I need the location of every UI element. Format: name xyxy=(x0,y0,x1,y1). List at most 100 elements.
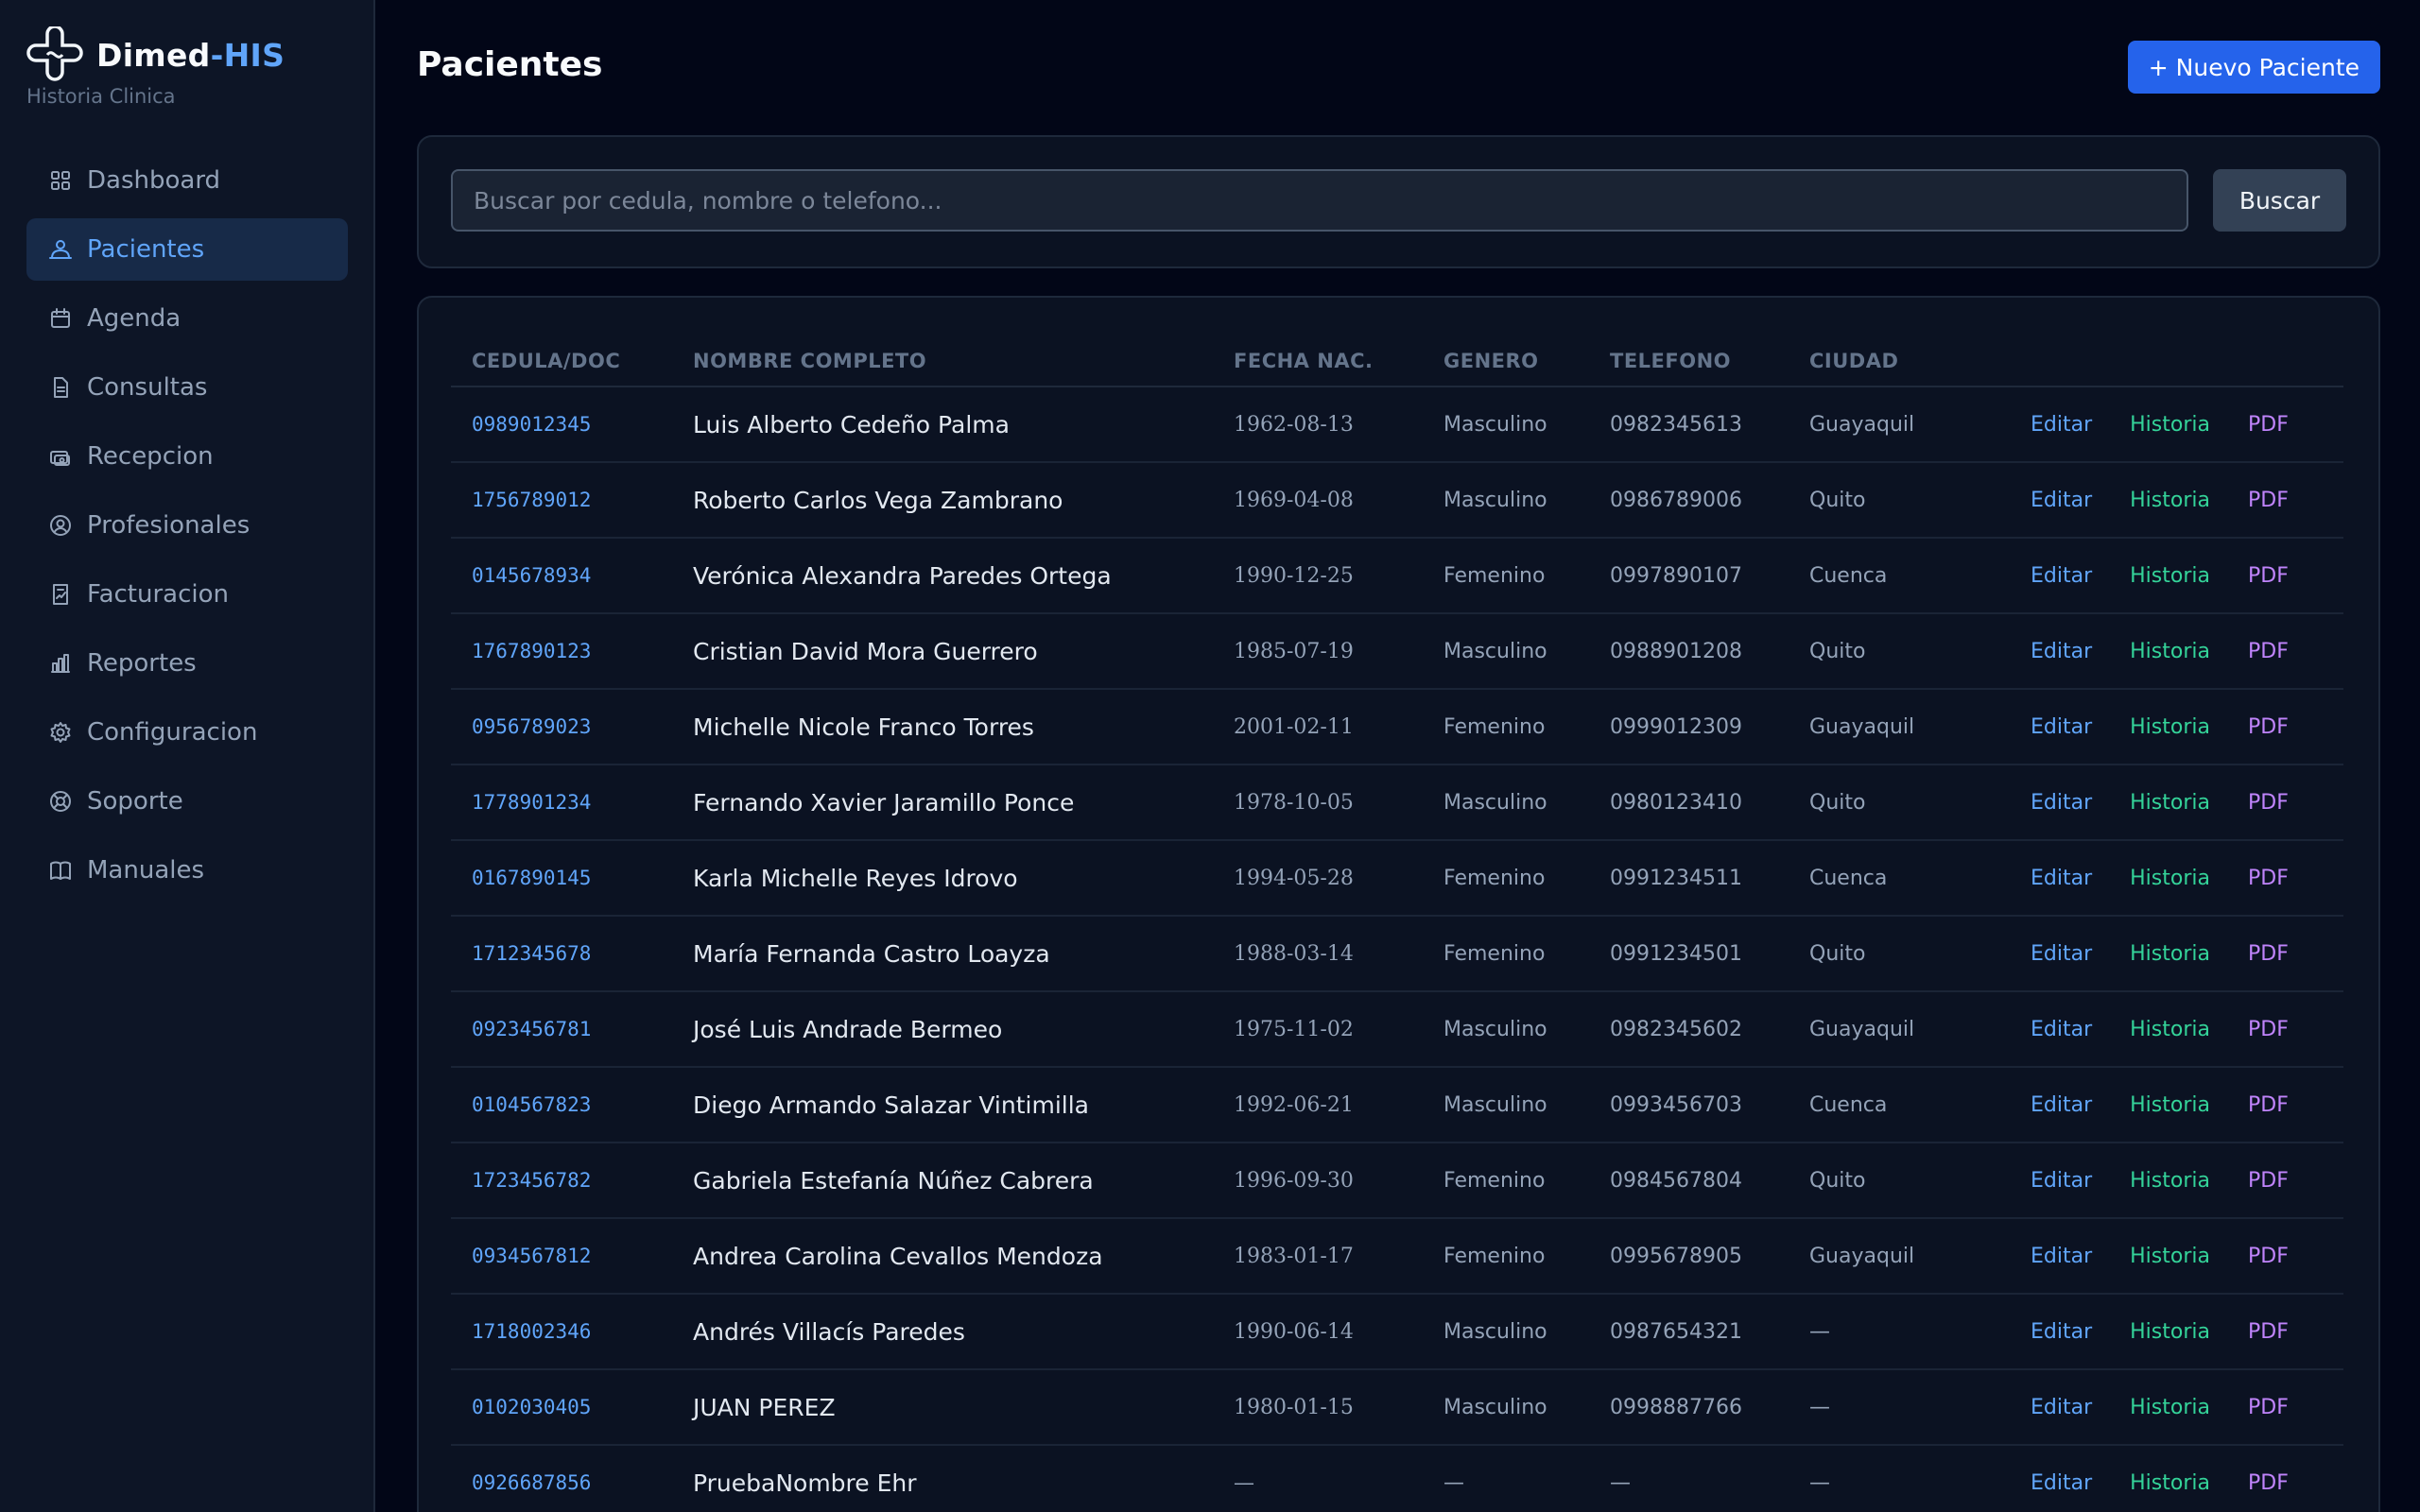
edit-link[interactable]: Editar xyxy=(2031,791,2092,815)
history-link[interactable]: Historia xyxy=(2130,564,2210,588)
cell-cedula[interactable]: 0934567812 xyxy=(451,1218,672,1295)
search-input[interactable] xyxy=(451,169,2188,232)
cell-cedula[interactable]: 1756789012 xyxy=(451,462,672,539)
edit-link[interactable]: Editar xyxy=(2031,1320,2092,1344)
table-row[interactable]: 1756789012 Roberto Carlos Vega Zambrano 19… xyxy=(451,462,2343,539)
history-link[interactable]: Historia xyxy=(2130,1169,2210,1193)
history-link[interactable]: Historia xyxy=(2130,715,2210,739)
table-row[interactable]: 1712345678 María Fernanda Castro Loayza 19… xyxy=(451,916,2343,992)
pdf-link[interactable]: PDF xyxy=(2248,715,2289,739)
history-link[interactable]: Historia xyxy=(2130,1093,2210,1117)
edit-link[interactable]: Editar xyxy=(2031,867,2092,890)
table-row[interactable]: 0926687856 PruebaNombre Ehr — — — — Editar Hist… xyxy=(451,1445,2343,1512)
cell-cedula[interactable]: 0167890145 xyxy=(451,840,672,917)
pdf-link[interactable]: PDF xyxy=(2248,1245,2289,1268)
table-row[interactable]: 1778901234 Fernando Xavier Jaramillo Ponc… xyxy=(451,765,2343,841)
cell-cedula[interactable]: 0989012345 xyxy=(451,387,672,463)
pdf-link[interactable]: PDF xyxy=(2248,867,2289,890)
pdf-link[interactable]: PDF xyxy=(2248,413,2289,437)
table-header-row: CEDULA/DOC NOMBRE COMPLETO FECHA NAC. GE… xyxy=(451,335,2343,387)
sidebar-item-label: Recepcion xyxy=(87,442,214,471)
history-link[interactable]: Historia xyxy=(2130,489,2210,512)
edit-link[interactable]: Editar xyxy=(2031,1396,2092,1419)
sidebar-item-facturacion[interactable]: Facturacion xyxy=(26,563,348,626)
cell-nombre: Cristian David Mora Guerrero xyxy=(672,613,1213,690)
table-row[interactable]: 1718002346 Andrés Villacís Paredes 1990-06… xyxy=(451,1294,2343,1370)
pdf-link[interactable]: PDF xyxy=(2248,1093,2289,1117)
table-row[interactable]: 0104567823 Diego Armando Salazar Vintimil… xyxy=(451,1067,2343,1143)
table-row[interactable]: 0934567812 Andrea Carolina Cevallos Mendo… xyxy=(451,1218,2343,1295)
sidebar-item-agenda[interactable]: Agenda xyxy=(26,287,348,350)
history-link[interactable]: Historia xyxy=(2130,1396,2210,1419)
table-row[interactable]: 0145678934 Verónica Alexandra Paredes Ort… xyxy=(451,538,2343,614)
edit-link[interactable]: Editar xyxy=(2031,489,2092,512)
history-link[interactable]: Historia xyxy=(2130,942,2210,966)
history-link[interactable]: Historia xyxy=(2130,791,2210,815)
edit-link[interactable]: Editar xyxy=(2031,413,2092,437)
history-link[interactable]: Historia xyxy=(2130,1018,2210,1041)
history-link[interactable]: Historia xyxy=(2130,1320,2210,1344)
pdf-link[interactable]: PDF xyxy=(2248,1471,2289,1495)
sidebar-item-consultas[interactable]: Consultas xyxy=(26,356,348,419)
cell-cedula[interactable]: 1712345678 xyxy=(451,916,672,992)
cell-cedula[interactable]: 0956789023 xyxy=(451,689,672,765)
header-telefono: TELEFONO xyxy=(1589,335,1789,387)
cell-cedula[interactable]: 1718002346 xyxy=(451,1294,672,1370)
calendar-icon xyxy=(47,305,74,332)
table-row[interactable]: 0989012345 Luis Alberto Cedeño Palma 1962-… xyxy=(451,387,2343,463)
edit-link[interactable]: Editar xyxy=(2031,1018,2092,1041)
cell-cedula[interactable]: 1723456782 xyxy=(451,1143,672,1219)
pdf-link[interactable]: PDF xyxy=(2248,942,2289,966)
edit-link[interactable]: Editar xyxy=(2031,640,2092,663)
table-row[interactable]: 0102030405 JUAN PEREZ 1980-01-15 Masculino 0… xyxy=(451,1369,2343,1446)
pdf-link[interactable]: PDF xyxy=(2248,1018,2289,1041)
pdf-link[interactable]: PDF xyxy=(2248,564,2289,588)
user-circle-icon xyxy=(47,512,74,539)
cell-cedula[interactable]: 1767890123 xyxy=(451,613,672,690)
cell-telefono: 0982345613 xyxy=(1589,387,1789,463)
pdf-link[interactable]: PDF xyxy=(2248,489,2289,512)
sidebar-item-pacientes[interactable]: Pacientes xyxy=(26,218,348,281)
cell-cedula[interactable]: 0145678934 xyxy=(451,538,672,614)
history-link[interactable]: Historia xyxy=(2130,1471,2210,1495)
table-row[interactable]: 0167890145 Karla Michelle Reyes Idrovo 199… xyxy=(451,840,2343,917)
sidebar-item-soporte[interactable]: Soporte xyxy=(26,770,348,833)
table-row[interactable]: 0956789023 Michelle Nicole Franco Torres 2… xyxy=(451,689,2343,765)
sidebar-item-reportes[interactable]: Reportes xyxy=(26,632,348,695)
history-link[interactable]: Historia xyxy=(2130,1245,2210,1268)
cell-fecha: 1990-06-14 xyxy=(1213,1294,1423,1370)
edit-link[interactable]: Editar xyxy=(2031,715,2092,739)
table-row[interactable]: 0923456781 José Luis Andrade Bermeo 1975-1… xyxy=(451,991,2343,1068)
pdf-link[interactable]: PDF xyxy=(2248,640,2289,663)
pdf-link[interactable]: PDF xyxy=(2248,791,2289,815)
sidebar-item-configuracion[interactable]: Configuracion xyxy=(26,701,348,764)
edit-link[interactable]: Editar xyxy=(2031,564,2092,588)
cell-cedula[interactable]: 0926687856 xyxy=(451,1445,672,1512)
history-link[interactable]: Historia xyxy=(2130,640,2210,663)
pdf-link[interactable]: PDF xyxy=(2248,1320,2289,1344)
sidebar-item-recepcion[interactable]: Recepcion xyxy=(26,425,348,488)
cell-actions: Editar Historia PDF xyxy=(1998,840,2343,917)
pdf-link[interactable]: PDF xyxy=(2248,1169,2289,1193)
cell-cedula[interactable]: 0104567823 xyxy=(451,1067,672,1143)
history-link[interactable]: Historia xyxy=(2130,413,2210,437)
header-genero: GENERO xyxy=(1423,335,1589,387)
edit-link[interactable]: Editar xyxy=(2031,1471,2092,1495)
edit-link[interactable]: Editar xyxy=(2031,1245,2092,1268)
cell-cedula[interactable]: 0923456781 xyxy=(451,991,672,1068)
edit-link[interactable]: Editar xyxy=(2031,1169,2092,1193)
search-button[interactable]: Buscar xyxy=(2213,169,2346,232)
cell-cedula[interactable]: 1778901234 xyxy=(451,765,672,841)
sidebar-item-profesionales[interactable]: Profesionales xyxy=(26,494,348,557)
table-row[interactable]: 1767890123 Cristian David Mora Guerrero 19… xyxy=(451,613,2343,690)
cell-cedula[interactable]: 0102030405 xyxy=(451,1369,672,1446)
sidebar-item-manuales[interactable]: Manuales xyxy=(26,839,348,902)
new-patient-button[interactable]: + Nuevo Paciente xyxy=(2127,41,2380,94)
edit-link[interactable]: Editar xyxy=(2031,1093,2092,1117)
edit-link[interactable]: Editar xyxy=(2031,942,2092,966)
history-link[interactable]: Historia xyxy=(2130,867,2210,890)
sidebar-item-dashboard[interactable]: Dashboard xyxy=(26,149,348,212)
pdf-link[interactable]: PDF xyxy=(2248,1396,2289,1419)
cell-actions: Editar Historia PDF xyxy=(1998,1067,2343,1143)
table-row[interactable]: 1723456782 Gabriela Estefanía Núñez Cabre… xyxy=(451,1143,2343,1219)
